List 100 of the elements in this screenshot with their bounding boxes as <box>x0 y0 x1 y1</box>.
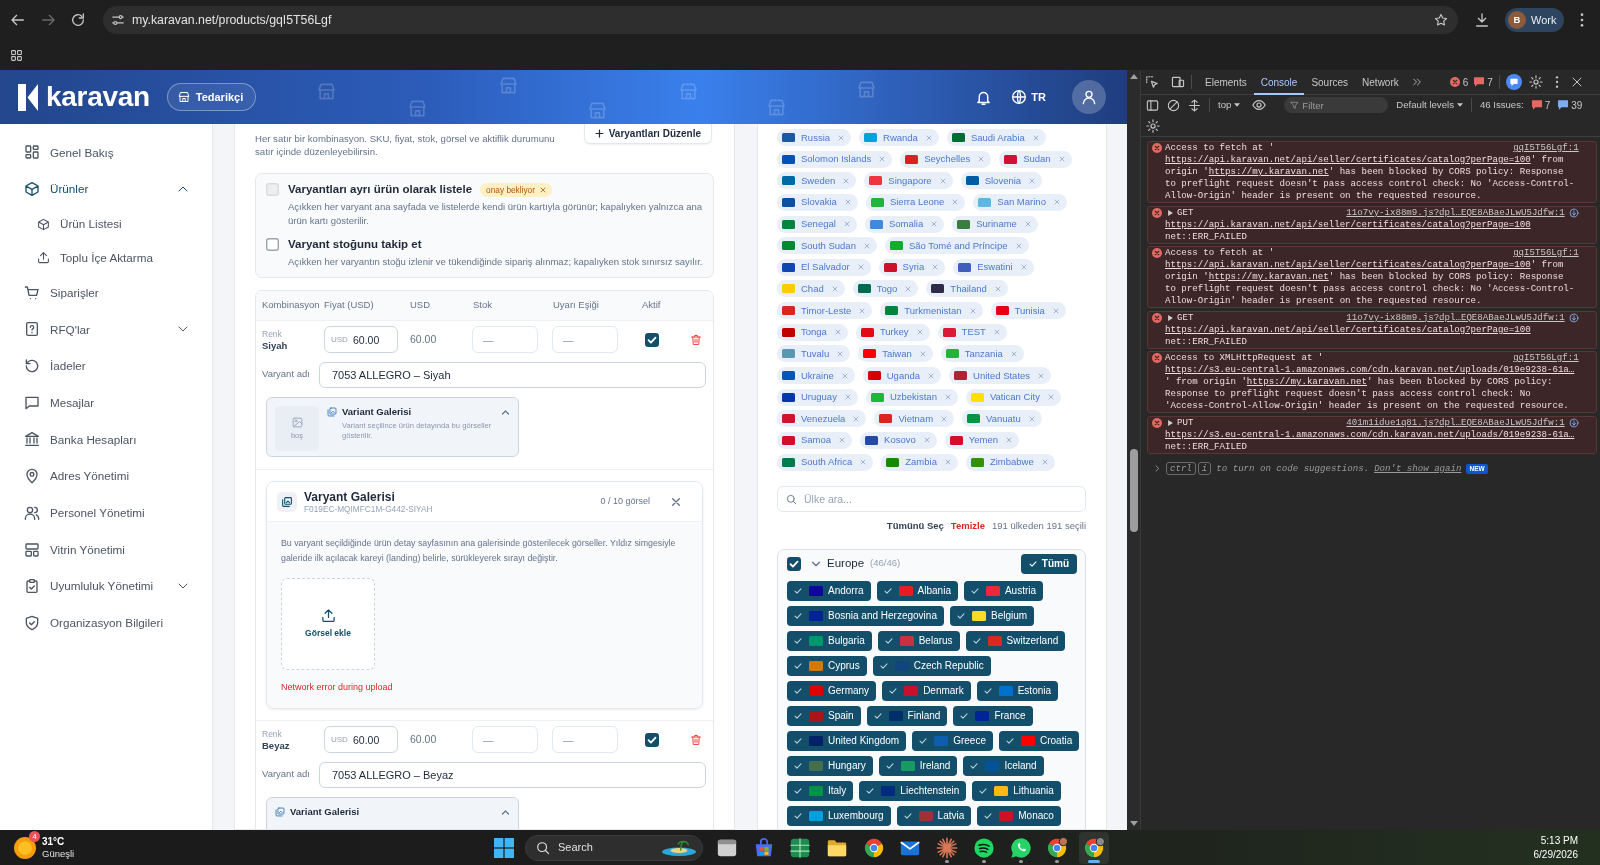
edit-variants-button[interactable]: Varyantları Düzenle <box>583 124 712 144</box>
issue-errors-button[interactable]: 7 <box>1531 97 1551 113</box>
source-link[interactable]: 11o7vy-ix88m9.js?dpl…EQE8ABaeJLwU5Jdfw:1 <box>1346 206 1565 219</box>
remove-icon[interactable] <box>932 264 939 271</box>
sidebar-item[interactable]: Vitrin Yönetimi <box>0 531 212 568</box>
active-checkbox[interactable] <box>645 332 659 347</box>
country-toggle[interactable]: Belarus <box>877 631 960 652</box>
remove-icon[interactable] <box>928 372 935 379</box>
stock-field[interactable]: — <box>472 726 538 753</box>
remove-icon[interactable] <box>879 156 886 163</box>
remove-icon[interactable] <box>1032 134 1039 141</box>
country-toggle[interactable]: Ireland <box>878 756 958 777</box>
option-checkbox[interactable] <box>266 238 279 251</box>
remove-icon[interactable] <box>1028 415 1035 422</box>
country-toggle[interactable]: Bulgaria <box>787 631 872 652</box>
inspect-icon[interactable] <box>1145 75 1159 89</box>
country-toggle[interactable]: Cyprus <box>787 656 867 677</box>
remove-icon[interactable] <box>905 286 912 292</box>
issue-info-button[interactable]: 39 <box>1558 97 1583 113</box>
address-bar[interactable]: my.karavan.net/products/gqI5T56Lgf <box>103 6 1458 34</box>
country-toggle[interactable]: Lithuania <box>972 781 1061 802</box>
country-toggle[interactable]: Switzerland <box>965 631 1066 652</box>
remove-icon[interactable] <box>916 329 923 336</box>
sidebar-subitem[interactable]: Ürün Listesi <box>0 207 212 241</box>
back-icon[interactable] <box>10 12 26 28</box>
country-toggle[interactable]: Czech Republic <box>872 656 991 677</box>
error-count-button[interactable]: 6 <box>1449 74 1469 90</box>
browser-icon[interactable] <box>1046 836 1069 859</box>
delete-icon[interactable] <box>690 333 702 346</box>
remove-icon[interactable] <box>843 177 850 184</box>
remove-icon[interactable] <box>1020 264 1027 271</box>
more-tabs-icon[interactable] <box>1411 77 1422 87</box>
console-link[interactable]: https://s3.eu-central-1.amazonaws.com/cdn.karavan.net/uploads/019e9238-61a… <box>1165 428 1575 441</box>
country-toggle[interactable]: Finland <box>866 706 948 727</box>
delete-icon[interactable] <box>690 733 702 746</box>
devtools-tab[interactable]: Elements <box>1198 70 1254 95</box>
variant-name-field[interactable]: 7053 ALLEGRO – Siyah <box>318 361 706 388</box>
remove-icon[interactable] <box>844 394 851 401</box>
sidebar-icon[interactable] <box>1146 98 1159 112</box>
country-toggle[interactable]: France <box>953 706 1033 727</box>
clear-link[interactable]: Temizle <box>950 519 985 534</box>
remove-icon[interactable] <box>952 199 959 206</box>
reload-icon[interactable] <box>70 12 86 28</box>
remove-icon[interactable] <box>931 221 938 228</box>
select-all-link[interactable]: Tümünü Seç <box>886 519 944 534</box>
source-link[interactable]: gqI5T56Lgf:1 <box>1513 352 1579 364</box>
devtools-tab[interactable]: Network <box>1355 70 1406 95</box>
sidebar-item[interactable]: Adres Yönetimi <box>0 457 212 495</box>
select-all-button[interactable]: Tümü <box>1020 553 1077 574</box>
country-toggle[interactable]: Denmark <box>882 681 971 702</box>
context-selector[interactable]: top <box>1218 97 1241 113</box>
weather-sun-icon[interactable] <box>14 836 36 859</box>
country-toggle[interactable]: Greece <box>912 731 993 752</box>
remove-icon[interactable] <box>969 307 976 314</box>
remove-icon[interactable] <box>941 415 948 422</box>
sidebar-item[interactable]: Genel Bakış <box>0 134 212 171</box>
sidebar-item[interactable]: Uyumluluk Yönetimi <box>0 567 212 605</box>
active-checkbox[interactable] <box>645 732 659 747</box>
country-toggle[interactable]: United Kingdom <box>787 731 907 752</box>
remove-icon[interactable] <box>1041 459 1048 466</box>
remove-icon[interactable] <box>923 437 930 444</box>
country-toggle[interactable]: Iceland <box>963 756 1044 777</box>
remove-icon[interactable] <box>857 264 864 271</box>
apps-grid-icon[interactable] <box>10 48 23 62</box>
console-link[interactable]: https://s3.eu-central-1.amazonaws.com/cdn.karavan.net/uploads/019e9238-61a… <box>1165 364 1575 376</box>
sidebar-item[interactable]: Banka Hesapları <box>0 421 212 458</box>
download-icon[interactable] <box>1474 12 1490 28</box>
remove-icon[interactable] <box>844 199 851 206</box>
caret-up-icon[interactable] <box>501 807 510 817</box>
dismiss-link[interactable]: Don't show again <box>1374 462 1462 475</box>
remove-icon[interactable] <box>1038 372 1045 379</box>
country-toggle[interactable]: Belgium <box>949 606 1035 627</box>
remove-icon[interactable] <box>841 372 848 379</box>
threshold-field[interactable]: — <box>552 726 618 753</box>
remove-icon[interactable] <box>944 459 951 466</box>
upload-button[interactable]: Görsel ekle <box>281 578 375 670</box>
remove-icon[interactable] <box>853 415 860 422</box>
stock-field[interactable]: — <box>472 326 538 353</box>
eye-icon[interactable] <box>1252 98 1267 112</box>
remove-icon[interactable] <box>831 286 838 292</box>
start-icon[interactable] <box>494 837 514 858</box>
sidebar-item[interactable]: Ürünler <box>0 170 212 208</box>
console-link[interactable]: https://my.karavan.net <box>1208 166 1329 178</box>
taskbar-search[interactable]: Search <box>525 834 703 861</box>
remove-icon[interactable] <box>1029 177 1036 184</box>
remove-icon[interactable] <box>925 134 932 141</box>
filter-field[interactable]: Filter <box>1284 97 1389 113</box>
country-toggle[interactable]: Spain <box>787 706 861 727</box>
country-toggle[interactable]: Italy <box>787 781 854 802</box>
scrollbar-thumb[interactable] <box>1129 449 1138 532</box>
remove-icon[interactable] <box>863 242 870 249</box>
remove-icon[interactable] <box>838 134 845 141</box>
console-link[interactable]: https://api.karavan.net/api/seller/certificates/catalog?perPage=100 <box>1165 323 1531 336</box>
expand-icon[interactable] <box>1168 419 1173 426</box>
console-link[interactable]: https://my.karavan.net <box>1208 271 1329 283</box>
source-link[interactable]: 11o7vy-ix88m9.js?dpl…EQE8ABaeJLwU5Jdfw:1 <box>1346 311 1565 324</box>
remove-icon[interactable] <box>839 437 846 444</box>
country-toggle[interactable]: Bosnia and Herzegovina <box>787 606 944 627</box>
console-settings-icon[interactable] <box>1146 118 1160 133</box>
issue-count-button[interactable]: 7 <box>1474 74 1493 90</box>
